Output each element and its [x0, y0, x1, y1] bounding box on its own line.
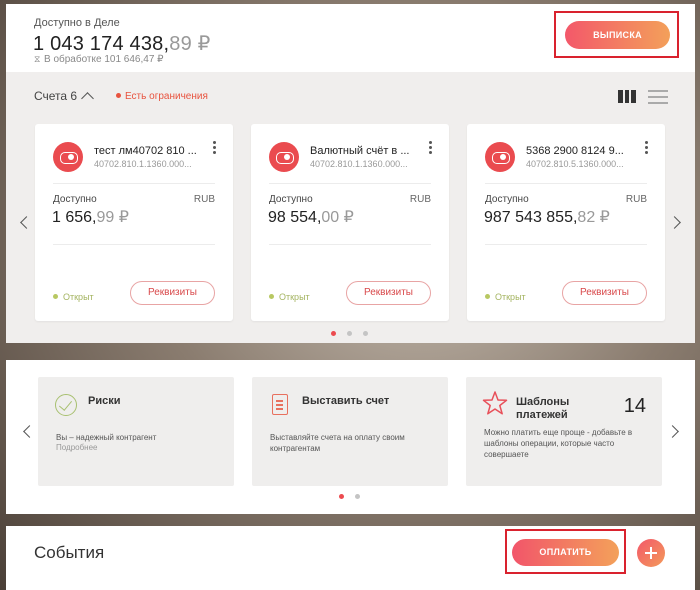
widgets-pagination[interactable] — [339, 494, 360, 499]
more-vertical-icon[interactable] — [213, 141, 216, 154]
pagination-dot[interactable] — [331, 331, 336, 336]
accounts-next-arrow-icon[interactable] — [668, 216, 681, 229]
statement-highlight-frame: ВЫПИСКА — [554, 11, 679, 58]
account-status: Открыт — [269, 292, 310, 302]
grid-view-icon[interactable] — [618, 90, 637, 103]
status-dot-icon — [485, 294, 490, 299]
account-toggle-icon — [53, 142, 83, 172]
events-title: События — [34, 543, 105, 562]
account-status: Открыт — [53, 292, 94, 302]
details-button[interactable]: Реквизиты — [562, 281, 647, 305]
plus-icon[interactable] — [637, 539, 665, 567]
widgets-panel: Риски Вы – надежный контрагент Подробнее… — [6, 360, 695, 514]
restrictions-link[interactable]: Есть ограничения — [116, 91, 208, 102]
pay-highlight-frame: ОПЛАТИТЬ — [505, 529, 626, 574]
account-number: 40702.810.1.1360.000... — [310, 159, 408, 169]
tile-title: Выставить счет — [302, 395, 390, 407]
divider — [53, 183, 215, 184]
divider — [53, 244, 215, 245]
tile-description: Можно платить еще проще - добавьте в шаб… — [484, 428, 633, 459]
star-icon — [482, 391, 508, 415]
events-panel: События ОПЛАТИТЬ — [6, 526, 695, 590]
tile-description: Вы – надежный контрагент — [56, 433, 157, 442]
currency-label: RUB — [625, 194, 647, 205]
balance-panel: Доступно в Деле 1 043 174 438,89 ₽ ⧖ В об… — [6, 4, 695, 72]
account-name: тест лм40702 810 ... — [94, 145, 197, 157]
divider — [485, 244, 647, 245]
account-number: 40702.810.1.1360.000... — [94, 159, 192, 169]
list-view-icon[interactable] — [648, 89, 668, 104]
details-button[interactable]: Реквизиты — [346, 281, 431, 305]
account-status: Открыт — [485, 292, 526, 302]
accounts-prev-arrow-icon[interactable] — [20, 216, 33, 229]
accounts-header-label: Счета 6 — [34, 89, 78, 103]
account-card[interactable]: тест лм40702 810 ... 40702.810.1.1360.00… — [35, 124, 233, 321]
more-vertical-icon[interactable] — [429, 141, 432, 154]
account-number: 40702.810.5.1360.000... — [526, 159, 624, 169]
warning-dot-icon — [116, 93, 121, 98]
account-balance: 1 656,99 ₽ — [52, 209, 129, 226]
total-balance-frac: 89 ₽ — [169, 33, 211, 55]
accounts-pagination[interactable] — [331, 331, 368, 336]
restrictions-label: Есть ограничения — [125, 91, 208, 102]
currency-label: RUB — [409, 194, 431, 205]
account-toggle-icon — [269, 142, 299, 172]
widgets-prev-arrow-icon[interactable] — [23, 425, 36, 438]
statement-button[interactable]: ВЫПИСКА — [565, 21, 670, 49]
total-balance-main: 1 043 174 438, — [33, 33, 170, 55]
available-label: Доступно — [269, 194, 313, 205]
risks-tile[interactable]: Риски Вы – надежный контрагент Подробнее — [38, 377, 234, 486]
available-label: Доступно — [53, 194, 97, 205]
account-name: 5368 2900 8124 9... — [526, 145, 624, 157]
pagination-dot[interactable] — [347, 331, 352, 336]
issue-invoice-tile[interactable]: Выставить счет Выставляйте счета на опла… — [252, 377, 448, 486]
hourglass-icon: ⧖ — [34, 54, 41, 64]
more-link[interactable]: Подробнее — [56, 443, 98, 452]
status-dot-icon — [269, 294, 274, 299]
check-circle-icon — [55, 394, 77, 416]
widgets-next-arrow-icon[interactable] — [666, 425, 679, 438]
tile-title: Риски — [88, 395, 121, 407]
pagination-dot[interactable] — [363, 331, 368, 336]
account-toggle-icon — [485, 142, 515, 172]
divider — [269, 183, 431, 184]
available-label: Доступно — [485, 194, 529, 205]
currency-label: RUB — [193, 194, 215, 205]
status-dot-icon — [53, 294, 58, 299]
balance-label: Доступно в Деле — [34, 17, 120, 29]
accounts-header[interactable]: Счета 6 — [34, 89, 94, 105]
account-card[interactable]: Валютный счёт в ... 40702.810.1.1360.000… — [251, 124, 449, 321]
details-button[interactable]: Реквизиты — [130, 281, 215, 305]
payment-templates-tile[interactable]: Шаблоны платежей 14 Можно платить еще пр… — [466, 377, 662, 486]
processing-text: В обработке 101 646,47 ₽ — [44, 54, 164, 65]
tile-title: Шаблоны платежей — [516, 396, 570, 421]
account-card[interactable]: 5368 2900 8124 9... 40702.810.5.1360.000… — [467, 124, 665, 321]
total-balance: 1 043 174 438,89 ₽ — [33, 31, 211, 56]
divider — [269, 244, 431, 245]
chevron-up-icon[interactable] — [81, 92, 94, 105]
processing-amount: ⧖ В обработке 101 646,47 ₽ — [34, 54, 164, 65]
accounts-panel: Счета 6 Есть ограничения тест лм40702 81… — [6, 72, 695, 343]
account-balance: 987 543 855,82 ₽ — [484, 209, 610, 226]
more-vertical-icon[interactable] — [645, 141, 648, 154]
account-name: Валютный счёт в ... — [310, 145, 410, 157]
pagination-dot[interactable] — [339, 494, 344, 499]
pay-button[interactable]: ОПЛАТИТЬ — [512, 539, 619, 566]
pagination-dot[interactable] — [355, 494, 360, 499]
tile-description: Выставляйте счета на оплату своим контра… — [270, 433, 405, 453]
divider — [485, 183, 647, 184]
account-balance: 98 554,00 ₽ — [268, 209, 354, 226]
templates-count: 14 — [623, 395, 646, 417]
invoice-icon — [272, 394, 288, 415]
